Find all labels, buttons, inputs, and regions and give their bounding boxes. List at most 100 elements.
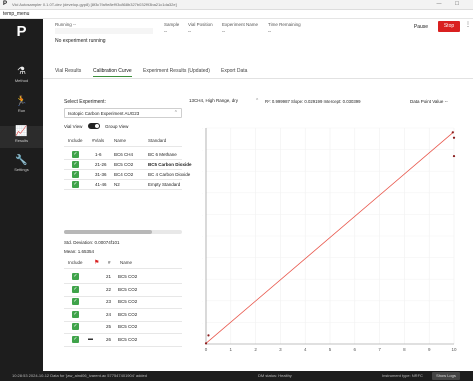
tab-calibration-curve[interactable]: Calibration Curve [93, 68, 132, 77]
table-row[interactable]: ✓ 1-6 BC6 CH4 BC 6 Methane [64, 150, 182, 159]
sidebar-item-label: Settings [14, 167, 29, 172]
data-point [452, 154, 456, 158]
sidebar-item-results[interactable]: 📈 Results [0, 126, 43, 148]
sidebar-item-label: Method [14, 78, 29, 83]
tab-export-data[interactable]: Export Data [221, 68, 247, 74]
stop-button[interactable]: Stop [438, 21, 460, 32]
calibration-chart: 0 1 2 3 4 5 6 7 8 9 10 · · · · · · · · · · · [202, 127, 457, 353]
row-name: BC4 CO2 [114, 172, 134, 177]
x-tick-label: 6 [354, 347, 357, 352]
maximize-icon[interactable]: ☐ [451, 1, 463, 9]
running-label: Running -- [55, 22, 77, 27]
include-checkbox[interactable]: ✓ [72, 151, 79, 158]
row-name: BC6 CH4 [114, 152, 134, 157]
time-remaining-label: Time Remaining [268, 22, 301, 27]
experiment-select[interactable]: Isotopic Carbon Experiment AUG23 ⌃ [64, 108, 182, 118]
vial-view-label: Vial View [64, 124, 83, 129]
horizontal-scrollbar[interactable] [64, 230, 182, 234]
y-tick-mark: · [202, 299, 203, 303]
vial-number: 23 [106, 299, 112, 304]
vial-include-checkbox[interactable]: ✓ [72, 323, 79, 330]
log-message: 10:28:53 2024-10-12 Data for 'jaw_aind06… [12, 373, 147, 378]
calibration-chart-panel: 13CH4, High Range, dry ⌃ R²: 0.999987 Sl… [188, 96, 468, 371]
tab-vial-results[interactable]: Vial Results [55, 68, 81, 74]
chevron-down-icon: ⌃ [173, 110, 178, 116]
group-view-label: Group View [105, 124, 129, 129]
table-row[interactable]: ✓ 21-26 BC5 CO2 BC5 Carbon Dioxide [64, 160, 192, 169]
app-logo-icon: P [3, 1, 8, 7]
row-divider [64, 189, 182, 190]
x-tick-label: 0 [205, 347, 208, 352]
y-tick-mark: · [202, 213, 203, 217]
vial-include-checkbox[interactable]: ✓ [72, 310, 79, 318]
vial-row-divider [64, 345, 182, 347]
data-point [452, 136, 456, 139]
gas-select[interactable]: 13CH4, High Range, dry [188, 96, 260, 106]
row-name: N2 [114, 182, 120, 187]
vial-include-checkbox[interactable]: ✓ [72, 273, 79, 280]
sidebar: P ⚗ Method 🏃 Run 📈 Results 🔧 Settings [0, 19, 43, 371]
vial-row[interactable]: ✓ ▬ 26 BC5 CO2 [64, 335, 182, 345]
select-experiment-label: Select Experiment: [64, 99, 106, 105]
tab-experiment-results[interactable]: Experiment Results (Updated) [143, 68, 210, 74]
vial-table-divider [64, 268, 182, 269]
include-checkbox[interactable]: ✓ [72, 171, 79, 178]
sidebar-item-settings[interactable]: 🔧 Settings [0, 155, 43, 177]
show-logs-button[interactable]: Show Logs [432, 372, 460, 380]
data-point [207, 334, 210, 337]
menu-item-temp[interactable]: temp_menu [3, 11, 29, 17]
table-row[interactable]: ✓ 41-46 N2 Empty Standard [64, 180, 182, 189]
data-point [204, 342, 208, 345]
y-tick-mark: · [202, 127, 203, 131]
vial-include-checkbox[interactable]: ✓ [72, 335, 79, 343]
gas-select-value: 13CH4, High Range, dry [189, 98, 239, 103]
title-bar: P Vici Autosampler 0.1.0T-dev (develop-g… [0, 0, 473, 10]
dm-status: DM status: Healthy [258, 373, 292, 378]
row-vials: 41-46 [95, 182, 107, 187]
table-row[interactable]: ✓ 31-36 BC4 CO2 BC 4 Carbon Dioxide [64, 170, 190, 179]
vial-col-number: # [108, 260, 111, 265]
vial-row[interactable]: ✓ 22 BC5 CO2 [64, 285, 182, 295]
vial-position-value: -- [188, 29, 191, 34]
include-checkbox[interactable]: ✓ [72, 161, 79, 168]
y-tick-mark: · [202, 148, 203, 152]
vial-name: BC5 CO2 [118, 311, 138, 317]
sidebar-logo-icon: P [16, 23, 27, 40]
table-divider [64, 146, 182, 147]
experiment-name-label: Experiment Name [222, 22, 259, 27]
vial-row[interactable]: ✓ 21 BC5 CO2 [64, 272, 182, 282]
sidebar-item-run[interactable]: 🏃 Run [0, 96, 43, 118]
vial-include-checkbox[interactable]: ✓ [72, 285, 79, 293]
vial-row[interactable]: ✓ 25 BC5 CO2 [64, 322, 182, 332]
minimize-icon[interactable]: — [433, 1, 445, 9]
vial-position-label: Vial Position [188, 22, 213, 27]
x-tick-label: 9 [428, 347, 431, 352]
comment-icon[interactable]: ▬ [88, 336, 93, 342]
sample-label: Sample [164, 22, 180, 27]
vial-name: BC5 CO2 [118, 324, 138, 329]
vial-row[interactable]: ✓ 23 BC5 CO2 [64, 297, 182, 307]
y-tick-mark: · [202, 278, 203, 282]
more-options-icon[interactable]: ⋮ [464, 21, 472, 32]
include-checkbox[interactable]: ✓ [72, 181, 79, 188]
experiment-name-value: -- [222, 29, 225, 34]
vial-number: 26 [106, 336, 112, 342]
data-point [451, 131, 454, 134]
vial-name: BC5 CO2 [118, 286, 138, 292]
row-vials: 1-6 [95, 152, 102, 157]
col-standard: Standard [148, 138, 167, 143]
data-point-label: Data Point Value -- [410, 99, 448, 104]
pause-button[interactable]: Pause [410, 22, 432, 32]
vial-name: BC5 CO2 [118, 336, 138, 342]
run-icon: 🏃 [15, 96, 28, 107]
vial-include-checkbox[interactable]: ✓ [72, 298, 79, 305]
sidebar-item-method[interactable]: ⚗ Method [0, 66, 43, 88]
x-tick-label: 3 [279, 347, 282, 352]
vial-row[interactable]: ✓ 24 BC5 CO2 [64, 310, 182, 320]
mean-value: Mean: 1.65354 [64, 249, 95, 254]
progress-bar [55, 28, 153, 34]
gas-chevron-icon[interactable]: ⌃ [255, 98, 259, 104]
sidebar-item-label: Run [17, 108, 26, 113]
scrollbar-thumb[interactable] [64, 230, 152, 234]
view-toggle[interactable] [88, 123, 100, 129]
